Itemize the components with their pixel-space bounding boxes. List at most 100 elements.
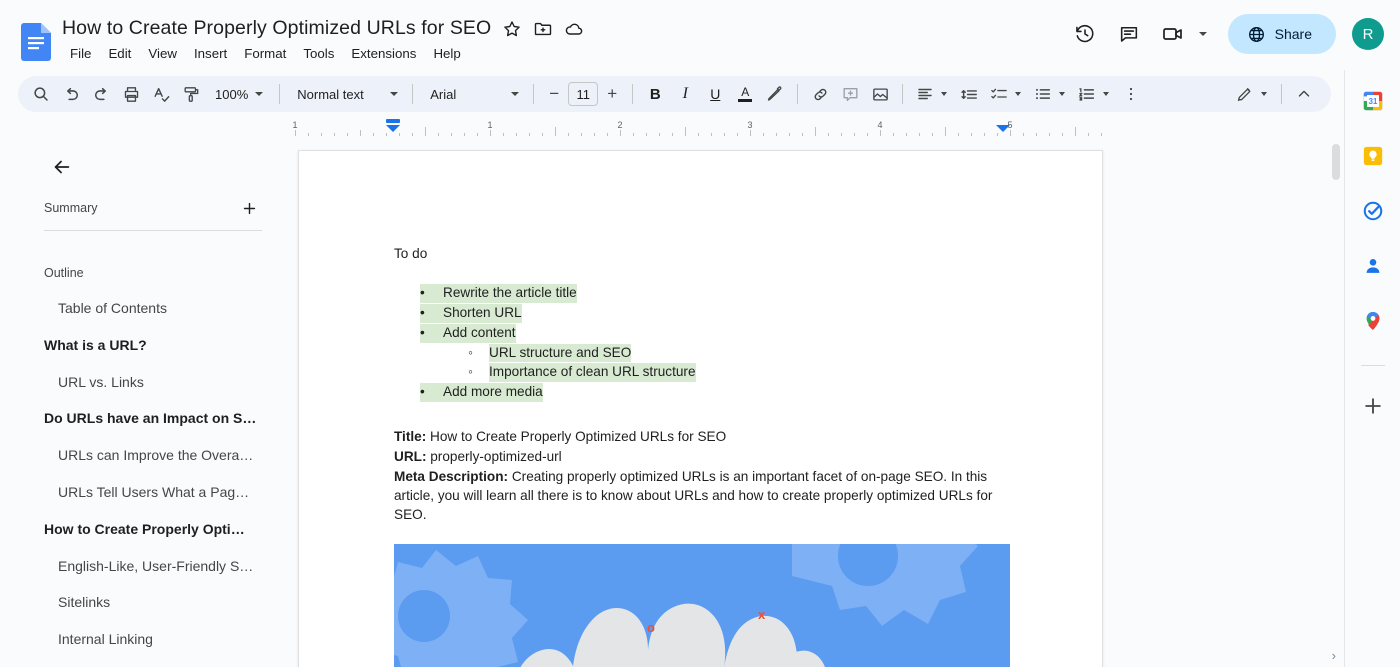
- bold-label: B: [650, 86, 661, 103]
- print-icon[interactable]: [116, 79, 146, 109]
- search-icon[interactable]: [26, 79, 56, 109]
- outline-item-url-vs-links[interactable]: URL vs. Links: [18, 364, 280, 401]
- document-body[interactable]: To do • Rewrite the article title • Shor…: [394, 245, 1014, 526]
- todo-heading: To do: [394, 245, 1014, 264]
- font-size-group: − 11 +: [541, 81, 625, 107]
- vertical-scrollbar-thumb[interactable]: [1332, 144, 1340, 180]
- scroll-right-arrow-icon[interactable]: ›: [1332, 648, 1336, 663]
- menu-tools[interactable]: Tools: [296, 44, 341, 63]
- todo-subitem[interactable]: ◦ Importance of clean URL structure: [468, 363, 1014, 382]
- add-summary-plus-icon[interactable]: [236, 195, 262, 221]
- todo-item-label: Rewrite the article title: [443, 284, 577, 303]
- insert-link-icon[interactable]: [805, 79, 835, 109]
- google-calendar-icon[interactable]: 31: [1356, 84, 1390, 118]
- increase-font-size-button[interactable]: +: [599, 81, 625, 107]
- numbered-list-dropdown[interactable]: [1072, 79, 1116, 109]
- editing-mode-dropdown[interactable]: [1230, 79, 1274, 109]
- italic-label: I: [683, 85, 688, 103]
- insert-image-icon[interactable]: [865, 79, 895, 109]
- line-spacing-icon[interactable]: [954, 79, 984, 109]
- todo-item[interactable]: • Add content: [420, 324, 1014, 343]
- undo-icon[interactable]: [56, 79, 86, 109]
- meet-camera-icon[interactable]: [1153, 14, 1193, 54]
- underline-button[interactable]: U: [700, 79, 730, 109]
- formatting-toolbar: 100% Normal text Arial − 11 + B I U: [18, 76, 1331, 112]
- google-keep-icon[interactable]: [1356, 139, 1390, 173]
- meta-url-value: properly-optimized-url: [430, 449, 561, 464]
- outline-item-internal-linking[interactable]: Internal Linking: [18, 621, 280, 658]
- google-contacts-icon[interactable]: [1356, 249, 1390, 283]
- align-dropdown[interactable]: [910, 79, 954, 109]
- paint-format-icon[interactable]: [176, 79, 206, 109]
- meta-description-label: Meta Description:: [394, 469, 508, 484]
- menu-format[interactable]: Format: [237, 44, 293, 63]
- decrease-font-size-button[interactable]: −: [541, 81, 567, 107]
- back-arrow-icon[interactable]: [43, 148, 81, 186]
- zoom-level-control[interactable]: 100%: [206, 80, 272, 108]
- hero-illustration[interactable]: o x: [394, 544, 1010, 667]
- app-header: How to Create Properly Optimized URLs fo…: [0, 0, 1400, 70]
- outline-item-urls-tell-users[interactable]: URLs Tell Users What a Pag…: [18, 474, 280, 511]
- google-tasks-icon[interactable]: [1356, 194, 1390, 228]
- hide-menus-chevron-icon[interactable]: [1289, 79, 1319, 109]
- font-size-input[interactable]: 11: [568, 82, 598, 106]
- meet-camera-button[interactable]: [1153, 14, 1216, 54]
- outline-item-do-urls-have-an-impact[interactable]: Do URLs have an Impact on S…: [18, 400, 280, 437]
- menu-view[interactable]: View: [141, 44, 184, 63]
- outline-item-how-to-create-properly-optimized[interactable]: How to Create Properly Opti…: [18, 511, 280, 548]
- avatar[interactable]: R: [1352, 18, 1384, 50]
- menu-edit[interactable]: Edit: [101, 44, 138, 63]
- highlight-color-icon[interactable]: [760, 79, 790, 109]
- outline-item-english-like[interactable]: English-Like, User-Friendly S…: [18, 548, 280, 585]
- move-to-folder-icon[interactable]: [533, 19, 553, 39]
- outline-item-keyword-mapping[interactable]: Keyword Mapping: [18, 658, 280, 667]
- comment-history-icon[interactable]: [1109, 14, 1149, 54]
- summary-section-header: Summary: [44, 195, 262, 221]
- document-page[interactable]: To do • Rewrite the article title • Shor…: [298, 150, 1103, 667]
- outline-item-table-of-contents[interactable]: Table of Contents: [18, 290, 280, 327]
- meta-block[interactable]: Title: How to Create Properly Optimized …: [394, 428, 1014, 524]
- outline-list: Table of Contents What is a URL? URL vs.…: [18, 290, 280, 667]
- menu-insert[interactable]: Insert: [187, 44, 234, 63]
- todo-subitem[interactable]: ◦ URL structure and SEO: [468, 344, 1014, 363]
- menu-extensions[interactable]: Extensions: [344, 44, 423, 63]
- checklist-dropdown[interactable]: [984, 79, 1028, 109]
- font-family-chevron-down-icon: [511, 92, 519, 96]
- paragraph-style-value: Normal text: [297, 87, 363, 102]
- font-family-value: Arial: [430, 87, 456, 102]
- document-status-cloud-icon[interactable]: [564, 19, 584, 39]
- outline-item-sitelinks[interactable]: Sitelinks: [18, 584, 280, 621]
- vertical-scrollbar[interactable]: [1330, 140, 1342, 667]
- outline-item-urls-can-improve[interactable]: URLs can Improve the Overa…: [18, 437, 280, 474]
- bold-button[interactable]: B: [640, 79, 670, 109]
- toolbar-divider: [533, 84, 534, 104]
- outline-item-what-is-a-url[interactable]: What is a URL?: [18, 327, 280, 364]
- numbered-list-chevron-down-icon: [1103, 92, 1109, 96]
- get-add-ons-plus-icon[interactable]: [1356, 389, 1390, 423]
- more-options-icon[interactable]: [1116, 79, 1146, 109]
- horizontal-ruler[interactable]: 1 1 2 3 4 5 .: [283, 118, 1111, 138]
- page-title[interactable]: How to Create Properly Optimized URLs fo…: [62, 17, 491, 40]
- meet-chevron-down-icon[interactable]: [1199, 32, 1207, 36]
- bulleted-list-dropdown[interactable]: [1028, 79, 1072, 109]
- document-canvas: To do • Rewrite the article title • Shor…: [283, 140, 1329, 667]
- text-color-button[interactable]: A: [730, 79, 760, 109]
- version-history-icon[interactable]: [1065, 14, 1105, 54]
- share-button[interactable]: Share: [1228, 14, 1336, 54]
- menu-help[interactable]: Help: [426, 44, 467, 63]
- meta-description-line: Meta Description: Creating properly opti…: [394, 468, 1014, 525]
- italic-button[interactable]: I: [670, 79, 700, 109]
- editing-mode-chevron-down-icon: [1261, 92, 1267, 96]
- star-icon[interactable]: [502, 19, 522, 39]
- share-button-label: Share: [1275, 26, 1312, 42]
- add-comment-icon[interactable]: [835, 79, 865, 109]
- paragraph-style-dropdown[interactable]: Normal text: [287, 80, 405, 108]
- todo-item[interactable]: • Add more media: [420, 383, 1014, 402]
- todo-item[interactable]: • Rewrite the article title: [420, 284, 1014, 303]
- menu-file[interactable]: File: [63, 44, 98, 63]
- font-family-dropdown[interactable]: Arial: [420, 80, 526, 108]
- todo-item[interactable]: • Shorten URL: [420, 304, 1014, 323]
- redo-icon[interactable]: [86, 79, 116, 109]
- google-maps-icon[interactable]: [1356, 304, 1390, 338]
- spellcheck-icon[interactable]: [146, 79, 176, 109]
